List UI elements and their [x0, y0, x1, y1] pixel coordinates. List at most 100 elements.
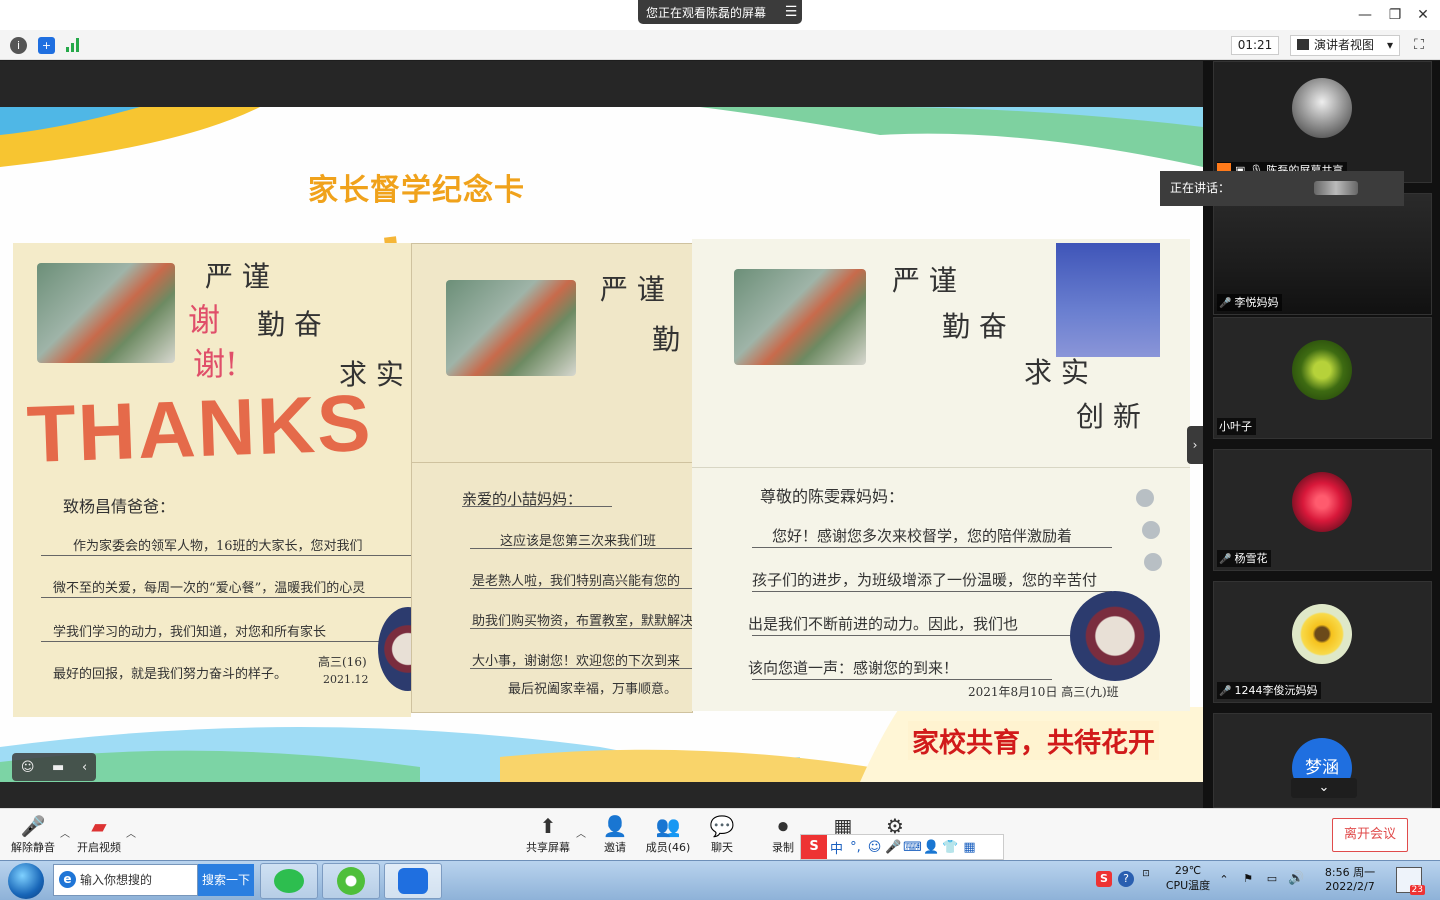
record-button[interactable]: ⏺ 录制 [768, 813, 798, 859]
search-placeholder: 输入你想搜的 [80, 873, 153, 887]
thanks-text: THANKS [25, 378, 374, 479]
scroll-down-button[interactable]: ⌄ [1291, 778, 1357, 798]
wechat-taskbar-icon[interactable] [260, 863, 318, 899]
avatar [1292, 472, 1352, 532]
close-icon[interactable]: ✕ [1411, 4, 1435, 26]
card-body-line: 您好！感谢您多次来校督学，您的陪伴激励着 [772, 527, 1073, 545]
video-options-caret[interactable]: ︿ [126, 825, 136, 840]
tile-name-label: 🎤 李悦妈妈 [1217, 294, 1283, 311]
card-greeting: 致杨昌倩爸爸： [63, 497, 176, 516]
clock-date: 2022/2/7 [1325, 880, 1375, 893]
members-icon: 👥 [655, 814, 681, 838]
card-xie-text: 谢 [188, 301, 221, 339]
tray-expand-icon[interactable]: ⌃ [1218, 873, 1230, 886]
participant-tile[interactable]: ▣🎙陈磊的屏幕共享 [1213, 61, 1432, 183]
clock[interactable]: 8:56 周一 2022/2/7 [1318, 864, 1382, 893]
ime-mode-toggle[interactable]: 中 [827, 838, 846, 857]
flag-icon[interactable]: ⚑ [1240, 872, 1256, 885]
ie-icon: e [59, 871, 76, 888]
card-motto-line: 严 谨 [205, 260, 270, 293]
thank-you-card-2: 严 谨 勤 亲爱的小喆妈妈： 这应该是您第三次来我们班 是老熟人啦，我们特别高兴… [411, 243, 693, 713]
comment-icon[interactable]: ▬ [52, 760, 64, 775]
sogou-logo-icon[interactable]: S [801, 835, 827, 859]
search-input[interactable]: e 输入你想搜的 [53, 864, 198, 896]
ime-toolbar: S 中 °, ☺ 🎤 ⌨ 👤 👕 ▦ [800, 834, 1004, 860]
speaking-indicator: 正在讲话： [1160, 171, 1404, 206]
school-photo [446, 280, 576, 376]
mic-off-icon: 🎤 [1219, 554, 1232, 565]
unmute-button[interactable]: 🎤 解除静音 [8, 813, 58, 859]
view-mode-dropdown[interactable]: 演讲者视图 ▾ [1290, 35, 1400, 56]
tile-name-label: 🎤 杨雪花 [1217, 550, 1272, 567]
handshake-seal-icon [1070, 591, 1160, 681]
chevron-down-icon: ▾ [1386, 38, 1393, 52]
meeting-timer: 01:21 [1231, 36, 1279, 55]
browser-taskbar-icon[interactable] [322, 863, 380, 899]
share-options-caret[interactable]: ︿ [576, 825, 586, 840]
collapse-gallery-button[interactable]: › [1187, 426, 1203, 464]
info-icon[interactable]: i [10, 37, 27, 54]
participant-tile[interactable]: 🎤 杨雪花 [1213, 449, 1432, 571]
banner-menu-icon[interactable]: ☰ [780, 4, 802, 20]
slide-controls: ☺ ▬ ‹ [12, 753, 96, 781]
chat-icon: 💬 [709, 814, 735, 838]
start-video-button[interactable]: ▰ 开启视频 [74, 813, 124, 859]
chevron-left-icon[interactable]: ‹ [82, 760, 87, 775]
viewing-banner-text: 您正在观看陈磊的屏幕 [646, 5, 767, 20]
participant-tile[interactable]: 小叶子 [1213, 317, 1432, 439]
card-body-line: 该向您道一声：感谢您的到来！ [748, 659, 959, 677]
speaker-name-blurred [1314, 181, 1358, 195]
search-button[interactable]: 搜索一下 [198, 864, 254, 896]
minimize-icon[interactable]: — [1353, 4, 1377, 26]
temperature-value: 29℃ [1174, 864, 1202, 877]
audio-options-caret[interactable]: ︿ [60, 825, 70, 840]
sogou-tray-icon[interactable]: S [1096, 871, 1112, 887]
avatar [1292, 604, 1352, 664]
signal-icon[interactable] [66, 38, 82, 52]
cpu-temperature: 29℃ CPU温度 [1160, 864, 1216, 893]
card-body-line: 孩子们的进步，为班级增添了一份温暖，您的辛苦付 [752, 571, 1098, 589]
start-button[interactable] [8, 863, 44, 899]
keyboard-icon[interactable]: ⌨ [903, 840, 922, 855]
card-motto-line: 勤 奋 [942, 310, 1007, 343]
emoji-icon[interactable]: ☺ [21, 760, 35, 775]
network-icon[interactable]: ⊡ [1140, 869, 1152, 879]
fullscreen-icon[interactable]: ⛶ [1410, 36, 1428, 54]
share-screen-button[interactable]: ⬆ 共享屏幕 [522, 813, 574, 859]
windows-taskbar: e 输入你想搜的 搜索一下 S ? ⊡ 29℃ CPU温度 ⌃ ⚑ ▭ 🔊 8:… [0, 860, 1440, 900]
meeting-taskbar-icon[interactable] [384, 863, 442, 899]
record-icon: ⏺ [778, 814, 788, 838]
punctuation-toggle[interactable]: °, [846, 840, 865, 855]
title-bar: 您正在观看陈磊的屏幕 ☰ — ❐ ✕ [0, 0, 1440, 30]
display-icon[interactable]: ▭ [1264, 872, 1280, 885]
share-screen-icon: ⬆ [539, 814, 557, 838]
user-icon[interactable]: 👤 [922, 840, 941, 855]
speaker-view-icon [1297, 39, 1309, 50]
meeting-toolbar: 🎤 解除静音 ︿ ▰ 开启视频 ︿ ⬆ 共享屏幕 ︿ 👤 邀请 👥 成员(46)… [0, 808, 1440, 860]
volume-icon[interactable]: 🔊 [1288, 871, 1304, 886]
card-motto-line: 创 新 [1076, 400, 1141, 433]
invite-button[interactable]: 👤 邀请 [598, 813, 632, 859]
thank-you-card-3: 严 谨 勤 奋 求 实 创 新 尊敬的陈雯霖妈妈： 您好！感谢您多次来校督学，您… [692, 239, 1190, 711]
help-icon[interactable]: ? [1118, 871, 1134, 887]
voice-input-icon[interactable]: 🎤 [884, 840, 903, 855]
school-photo [37, 263, 175, 363]
chat-button[interactable]: 💬 聊天 [706, 813, 738, 859]
participant-tile[interactable]: 🎤 1244李俊沅妈妈 [1213, 581, 1432, 703]
participant-tile[interactable]: 🎤 李悦妈妈 [1213, 193, 1432, 315]
ime-tools-icon[interactable]: ▦ [960, 840, 979, 855]
browser-icon [337, 867, 365, 895]
card-signature: 2021年8月10日 高三(九)班 [968, 685, 1119, 699]
emoji-icon[interactable]: ☺ [865, 840, 884, 855]
card-body-line: 作为家委会的领军人物，16班的大家长，您对我们 [73, 539, 363, 554]
leave-meeting-button[interactable]: 离开会议 [1332, 818, 1408, 852]
notification-center-icon[interactable]: 23 [1396, 867, 1425, 895]
members-button[interactable]: 👥 成员(46) [644, 813, 692, 859]
shield-icon[interactable]: + [38, 37, 55, 54]
tile-name-label: 🎤 1244李俊沅妈妈 [1217, 682, 1322, 699]
slide-motto: 家校共育，共待花开 [908, 721, 1159, 760]
slide-title: 家长督学纪念卡 [308, 173, 525, 208]
maximize-icon[interactable]: ❐ [1383, 4, 1407, 26]
card-motto-line: 求 实 [1024, 356, 1089, 389]
skin-icon[interactable]: 👕 [941, 840, 960, 855]
